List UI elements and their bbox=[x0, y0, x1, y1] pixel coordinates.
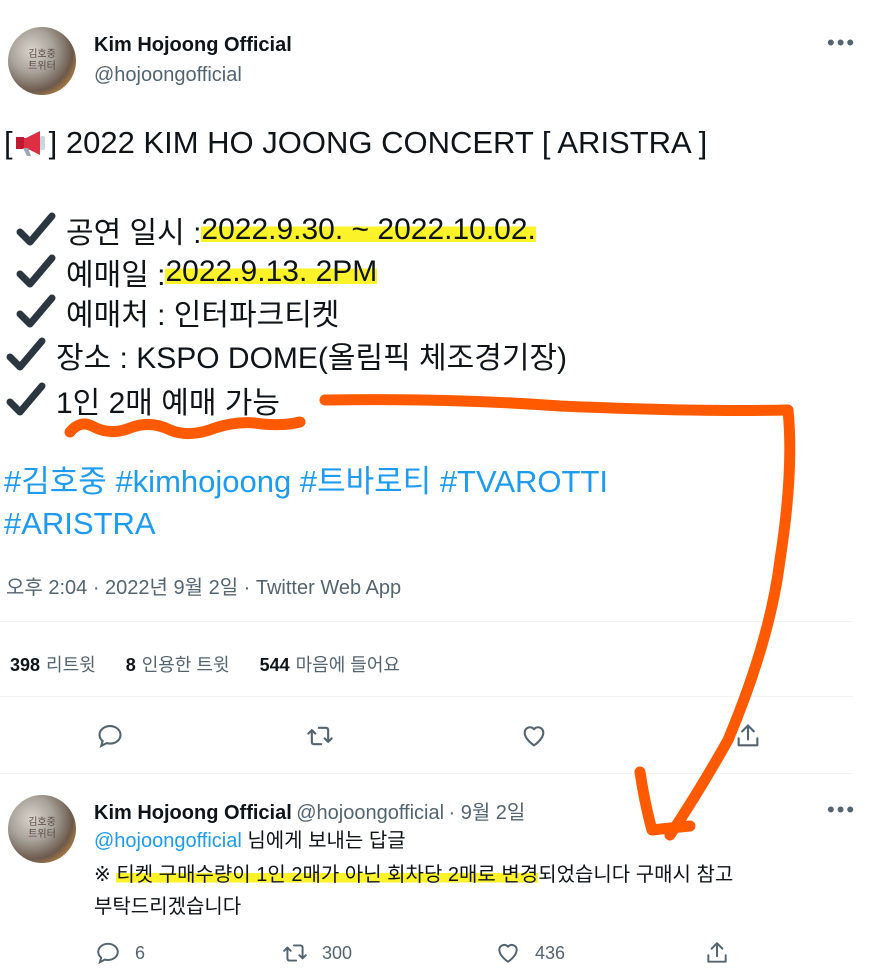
hashtag-link[interactable]: #ARISTRA bbox=[4, 506, 156, 541]
reply-icon bbox=[97, 942, 119, 965]
item-label: 1인 2매 예매 가능 bbox=[56, 387, 280, 420]
quotes-stat[interactable]: 8 인용한 트윗 bbox=[126, 651, 230, 677]
list-item: 장소 : KSPO DOME(올림픽 체조경기장) bbox=[6, 333, 567, 377]
avatar-text: 김호중 트위터 bbox=[28, 49, 56, 72]
author-handle[interactable]: @hojoongofficial bbox=[94, 64, 242, 87]
hashtag-link[interactable]: #TVAROTTI bbox=[440, 464, 608, 499]
check-icon bbox=[16, 254, 56, 288]
avatar[interactable]: 김호중 트위터 bbox=[8, 27, 76, 95]
item-value: 2022.9.13. 2PM bbox=[165, 255, 378, 289]
share-button[interactable] bbox=[734, 722, 776, 750]
likes-stat[interactable]: 544 마음에 들어요 bbox=[260, 651, 400, 677]
hashtag-link[interactable]: #kimhojoong bbox=[115, 464, 291, 499]
annotation-underline bbox=[64, 416, 306, 439]
reply-header: Kim Hojoong Official @hojoongofficial · … bbox=[94, 796, 525, 825]
replying-to: @hojoongofficial 님에게 보내는 답글 bbox=[94, 826, 406, 856]
list-item: 예매일 : 2022.9.13. 2PM bbox=[16, 250, 378, 294]
like-count: 436 bbox=[535, 942, 566, 963]
reply-text-line2: 부탁드리겠습니다 bbox=[94, 896, 242, 918]
hashtag-link[interactable]: #트바로티 bbox=[300, 464, 431, 499]
item-value: 2022.9.30. ~ 2022.10.02. bbox=[201, 213, 536, 247]
tweet-title: [ ] 2022 KIM HO JOONG CONCERT [ ARISTRA … bbox=[4, 125, 707, 161]
tweet-timestamp[interactable]: 오후 2:04 · 2022년 9월 2일 · Twitter Web App bbox=[6, 571, 401, 600]
reply-author-handle[interactable]: @hojoongofficial bbox=[296, 802, 444, 824]
hashtag-link[interactable]: #김호중 bbox=[4, 464, 107, 499]
check-icon bbox=[16, 294, 56, 328]
tweet-stats: 398 리트윗 8 인용한 트윗 544 마음에 들어요 bbox=[10, 651, 400, 677]
hashtags: #김호중 #kimhojoong #트바로티 #TVAROTTI #ARISTR… bbox=[4, 461, 608, 545]
author-name[interactable]: Kim Hojoong Official bbox=[94, 34, 292, 57]
heart-icon bbox=[498, 943, 518, 963]
retweets-stat[interactable]: 398 리트윗 bbox=[10, 651, 96, 677]
item-label: 예매일 : bbox=[66, 259, 166, 292]
more-icon[interactable]: ••• bbox=[827, 30, 856, 56]
share-icon bbox=[737, 724, 759, 747]
replying-to-handle[interactable]: @hojoongofficial bbox=[94, 830, 242, 852]
reply-avatar[interactable]: 김호중 트위터 bbox=[8, 795, 76, 863]
check-icon bbox=[16, 212, 56, 246]
item-label: 공연 일시 : bbox=[66, 217, 202, 250]
retweet-button[interactable] bbox=[306, 722, 348, 750]
title-prefix: [ bbox=[4, 125, 13, 160]
item-label: 장소 : KSPO DOME(올림픽 체조경기장) bbox=[56, 342, 568, 375]
check-icon bbox=[6, 337, 46, 371]
list-item: 예매처 : 인터파크티켓 bbox=[16, 290, 339, 334]
share-button[interactable] bbox=[704, 940, 744, 966]
like-button[interactable]: 436 bbox=[495, 940, 565, 966]
divider bbox=[0, 773, 853, 774]
divider bbox=[0, 696, 853, 697]
like-button[interactable] bbox=[520, 722, 562, 750]
replying-to-text: 님에게 보내는 답글 bbox=[247, 830, 406, 852]
reply-text-highlight: 티켓 구매수량이 1인 2매가 아닌 회차당 2매로 변경 bbox=[116, 864, 539, 886]
title-text: ] 2022 KIM HO JOONG CONCERT [ ARISTRA ] bbox=[48, 125, 708, 160]
list-item: 공연 일시 : 2022.9.30. ~ 2022.10.02. bbox=[16, 208, 536, 252]
retweet-icon bbox=[283, 944, 307, 962]
megaphone-icon bbox=[15, 131, 45, 156]
check-icon bbox=[6, 382, 46, 416]
heart-icon bbox=[523, 726, 545, 747]
retweet-button[interactable]: 300 bbox=[282, 940, 352, 966]
reply-text-prefix: ※ bbox=[94, 864, 117, 886]
divider bbox=[0, 621, 853, 622]
reply-text: ※ 티켓 구매수량이 1인 2매가 아닌 회차당 2매로 변경되었습니다 구매시… bbox=[94, 860, 733, 890]
list-item: 1인 2매 예매 가능 bbox=[6, 378, 280, 422]
annotation-arrowhead bbox=[634, 766, 696, 836]
reply-icon bbox=[98, 725, 122, 748]
reply-button[interactable] bbox=[96, 722, 138, 750]
reply-author-name[interactable]: Kim Hojoong Official bbox=[94, 802, 292, 824]
share-icon bbox=[707, 942, 727, 963]
item-label: 예매처 : 인터파크티켓 bbox=[66, 299, 340, 332]
more-icon[interactable]: ••• bbox=[827, 797, 856, 823]
reply-button[interactable]: 6 bbox=[95, 940, 145, 966]
retweet-count: 300 bbox=[322, 942, 353, 963]
reply-count: 6 bbox=[135, 942, 146, 963]
avatar-text: 김호중 트위터 bbox=[28, 817, 56, 840]
retweet-icon bbox=[307, 726, 333, 746]
reply-date[interactable]: · 9월 2일 bbox=[449, 802, 526, 824]
reply-text-rest: 되었습니다 구매시 참고 bbox=[538, 864, 734, 886]
